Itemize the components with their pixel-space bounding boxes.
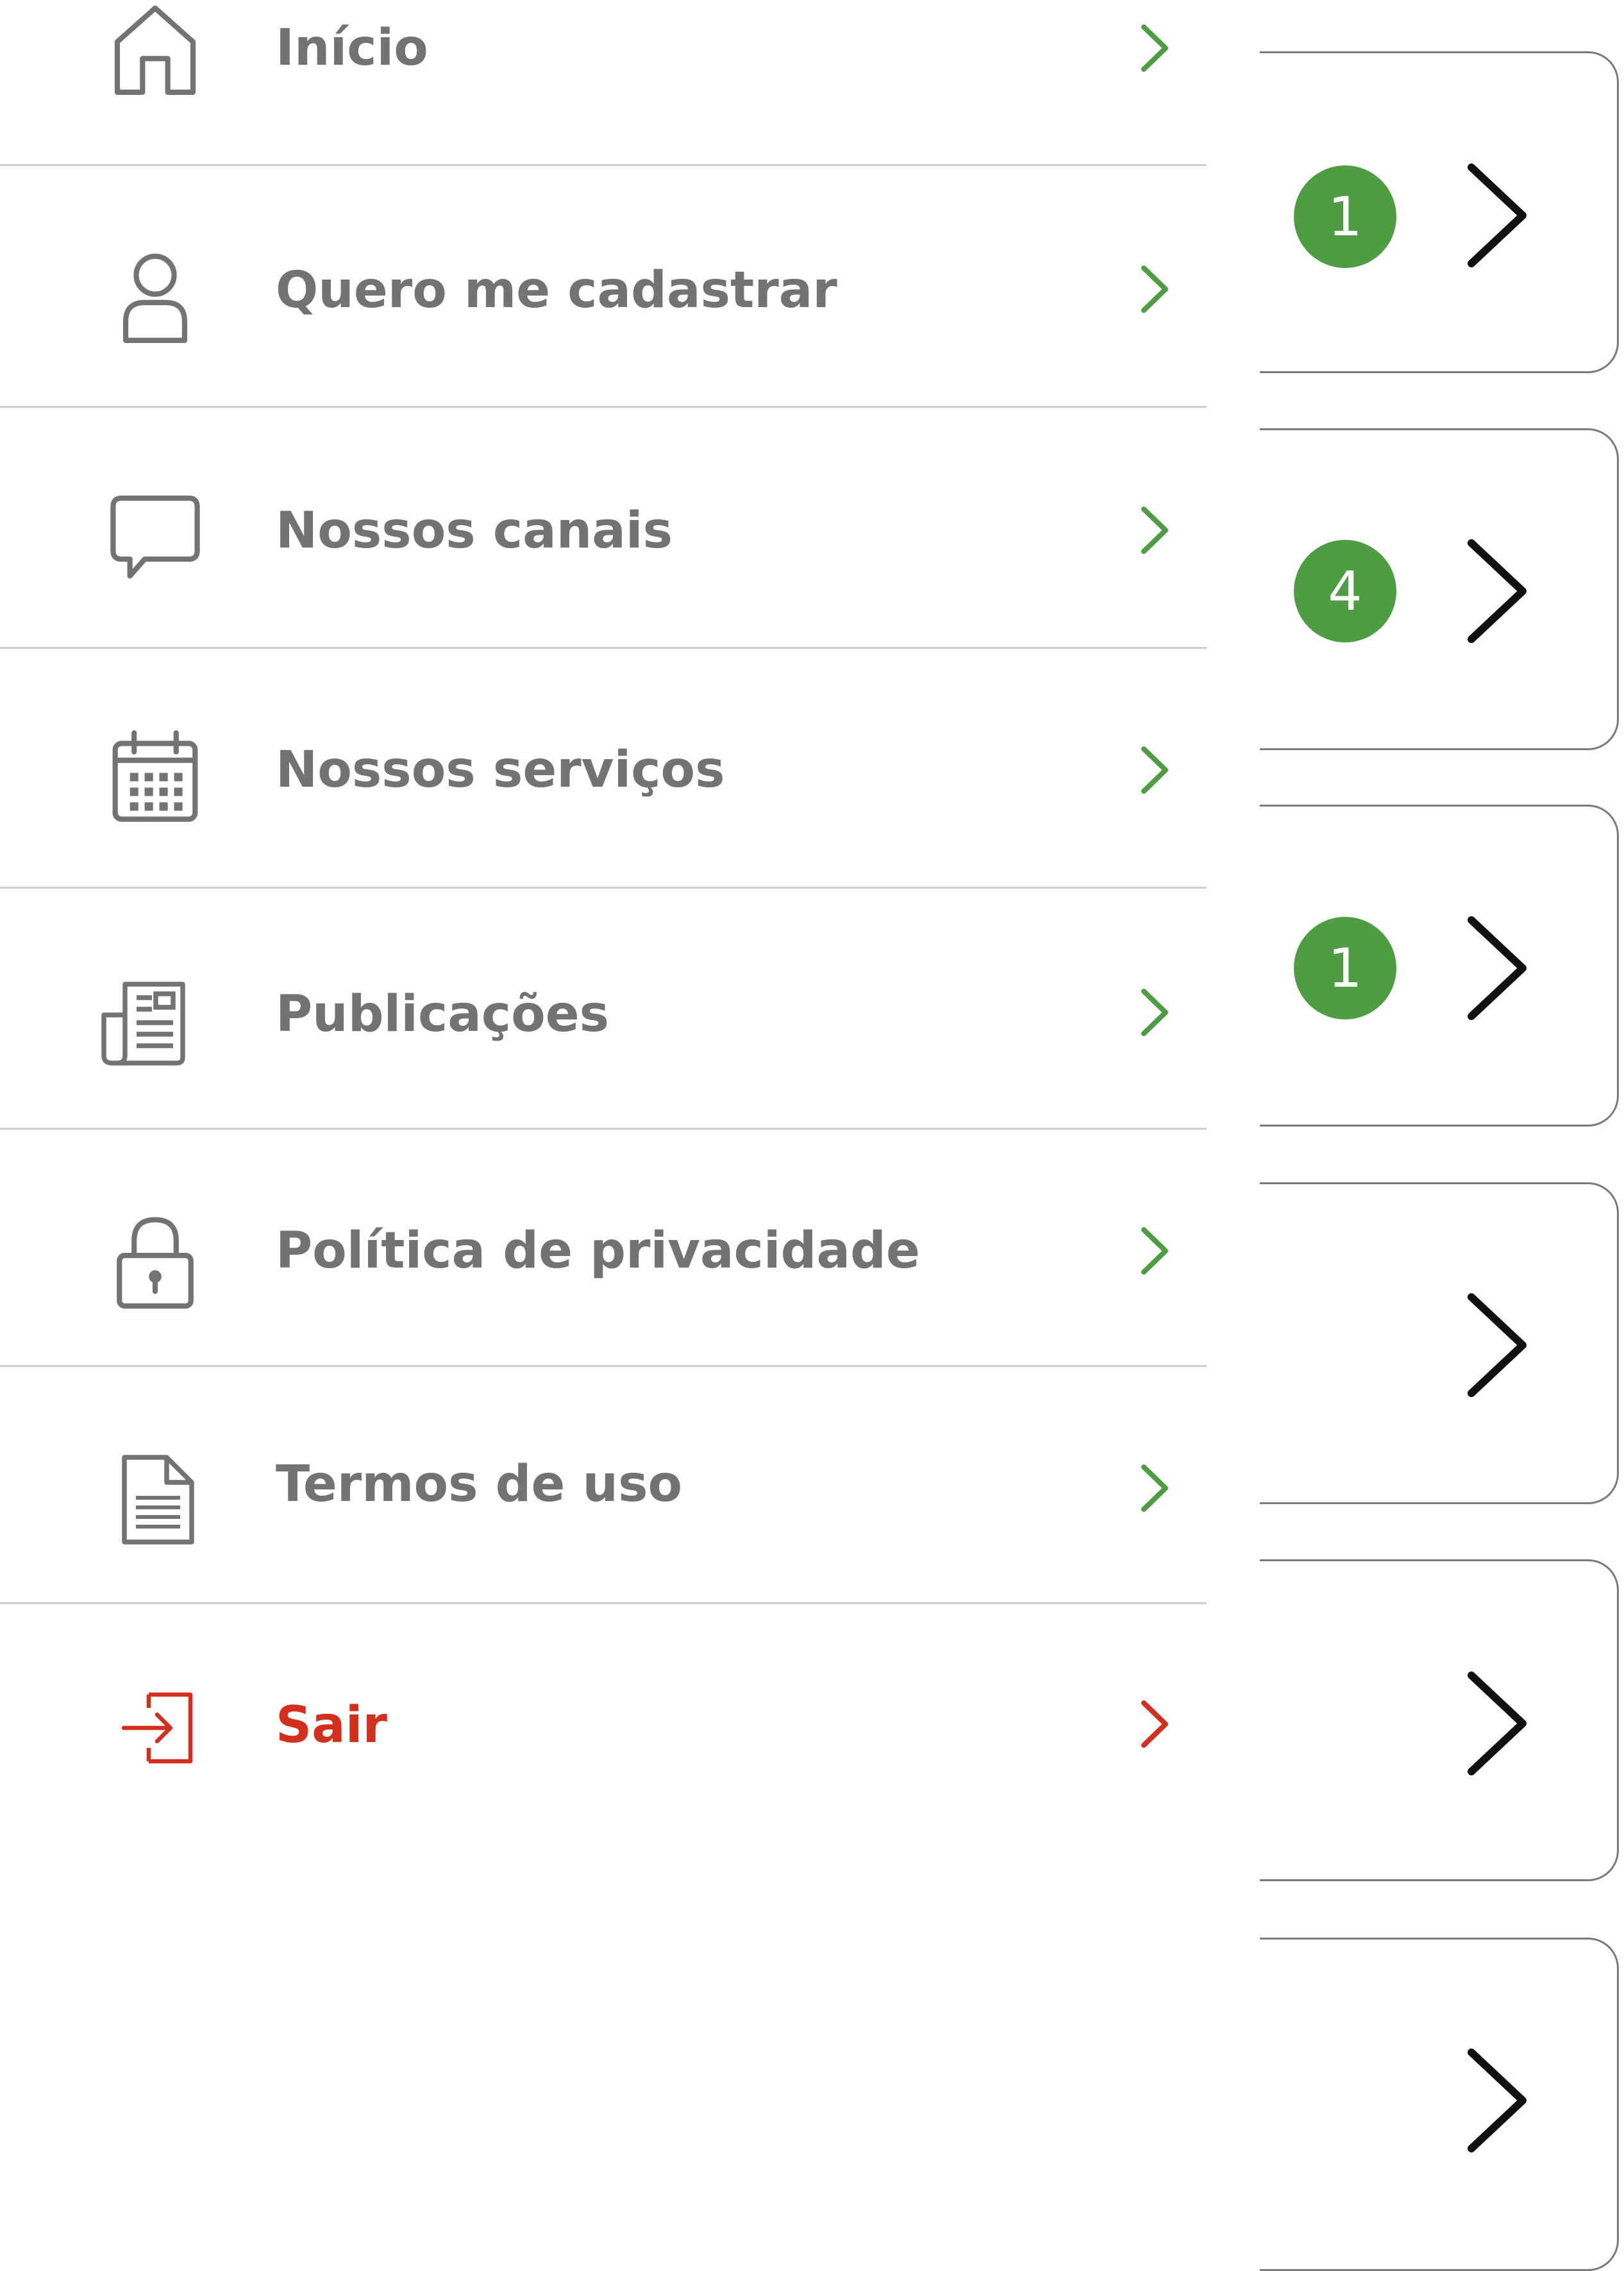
calendar-icon	[112, 730, 198, 822]
menu-item-canais[interactable]: Nossos canais	[0, 409, 1207, 649]
menu-item-label: Sair	[276, 1697, 388, 1754]
menu-item-privacidade[interactable]: Política de privacidade	[0, 1130, 1207, 1367]
lock-icon	[117, 1217, 194, 1309]
menu-item-label: Quero me cadastrar	[276, 262, 837, 319]
chevron-right-icon	[1141, 24, 1168, 72]
background-card[interactable]	[1260, 1182, 1619, 1504]
home-icon	[114, 5, 196, 95]
logout-icon	[121, 1692, 193, 1764]
chevron-right-icon[interactable]	[1459, 158, 1536, 273]
menu-item-label: Início	[276, 19, 428, 77]
menu-item-label: Publicações	[276, 985, 610, 1043]
chevron-right-icon[interactable]	[1459, 2043, 1536, 2158]
menu-item-cadastrar[interactable]: Quero me cadastrar	[0, 168, 1207, 408]
menu-item-inicio[interactable]: Início	[0, 0, 1207, 166]
chevron-right-icon	[1141, 1227, 1168, 1275]
chevron-right-icon	[1141, 989, 1168, 1036]
menu-item-label: Política de privacidade	[276, 1222, 920, 1280]
chevron-right-icon	[1141, 1464, 1168, 1512]
chat-bubble-icon	[110, 495, 200, 579]
chevron-right-icon[interactable]	[1459, 910, 1536, 1026]
chevron-right-icon[interactable]	[1459, 1287, 1536, 1403]
background-card[interactable]	[1260, 1559, 1619, 1881]
notification-badge: 1	[1294, 917, 1396, 1019]
menu-item-label: Nossos serviços	[276, 741, 725, 799]
chevron-right-icon	[1141, 746, 1168, 794]
notification-badge: 4	[1294, 540, 1396, 642]
chevron-right-icon	[1141, 1700, 1168, 1748]
background-card[interactable]	[1260, 1938, 1619, 2271]
navigation-drawer: Início Quero me cadastrar Nossos canais	[0, 0, 1207, 2263]
user-icon	[122, 253, 188, 343]
chevron-right-icon	[1141, 507, 1168, 554]
notification-badge: 1	[1294, 165, 1396, 268]
menu-item-termos[interactable]: Termos de uso	[0, 1367, 1207, 1604]
document-icon	[122, 1455, 194, 1545]
chevron-right-icon[interactable]	[1459, 1666, 1536, 1781]
menu-item-label: Nossos canais	[276, 502, 673, 560]
menu-item-publicacoes[interactable]: Publicações	[0, 890, 1207, 1130]
chevron-right-icon[interactable]	[1459, 533, 1536, 649]
newspaper-icon	[101, 982, 185, 1066]
chevron-right-icon	[1141, 265, 1168, 313]
menu-item-servicos[interactable]: Nossos serviços	[0, 649, 1207, 889]
menu-item-sair[interactable]: Sair	[0, 1604, 1207, 1835]
menu-item-label: Termos de uso	[276, 1455, 683, 1513]
